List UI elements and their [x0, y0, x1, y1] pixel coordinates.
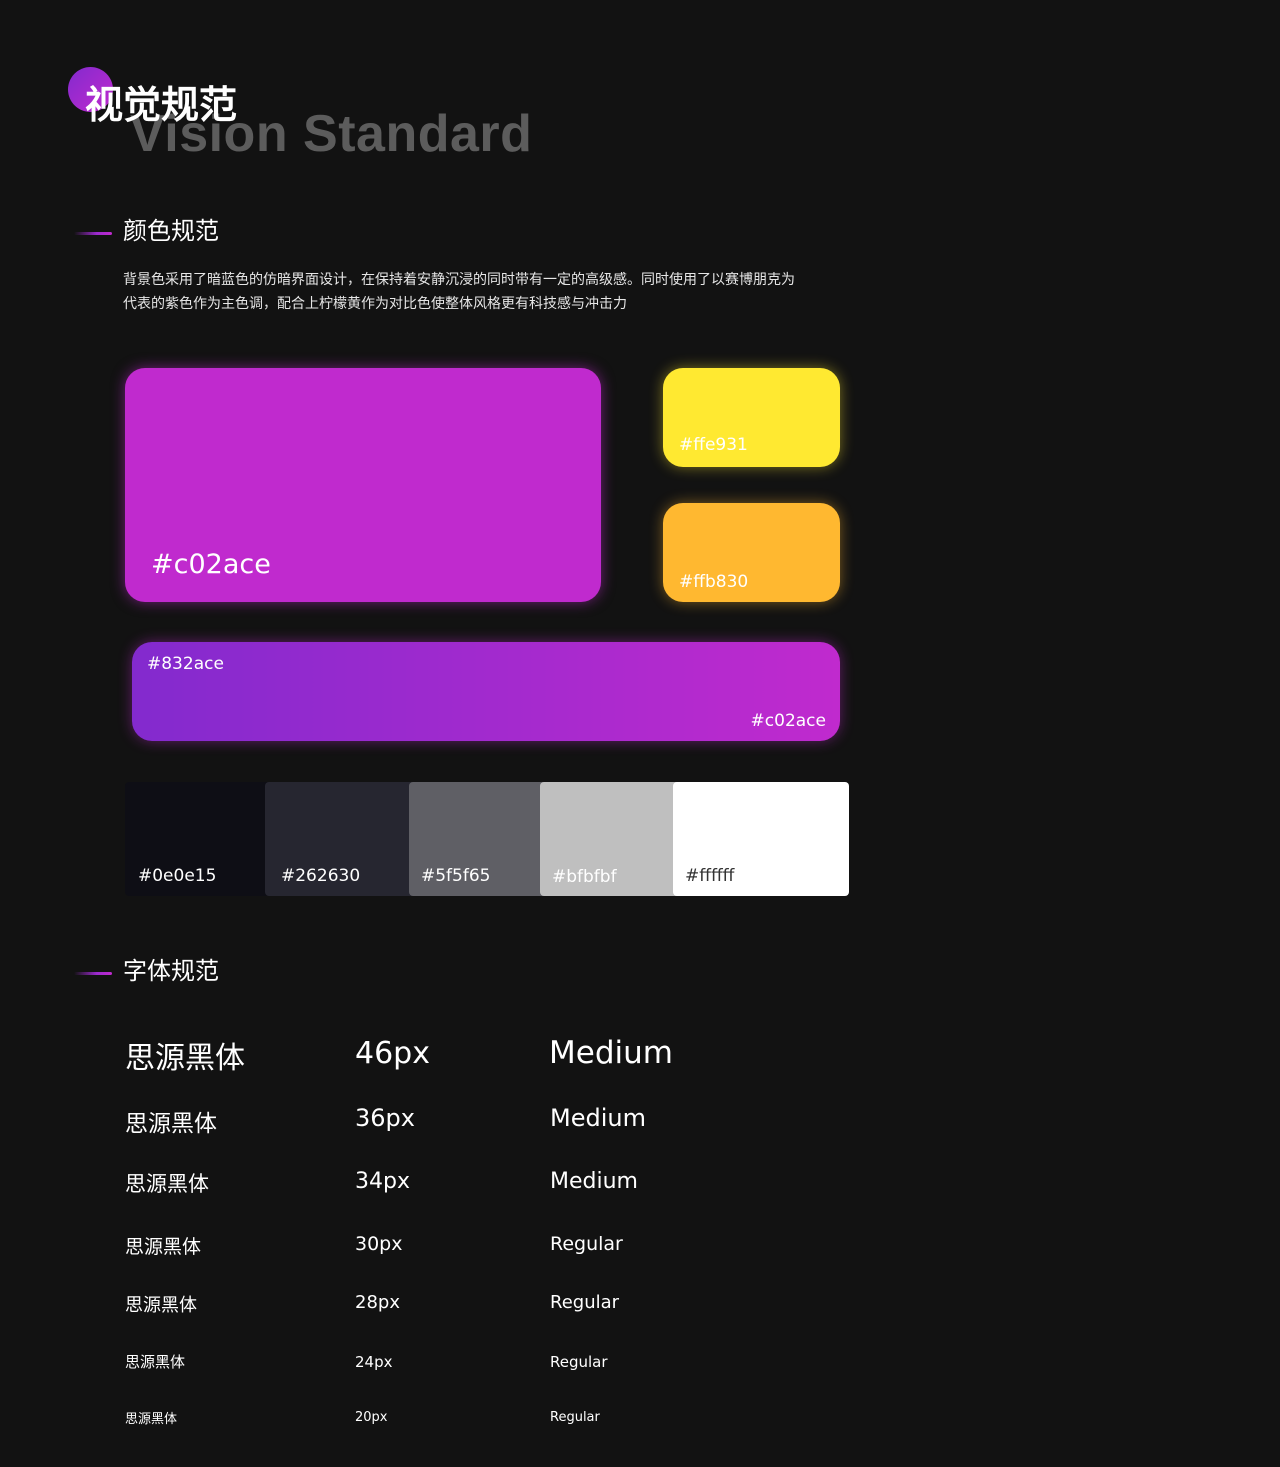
font-row-7-size: 20px: [355, 1410, 388, 1425]
swatch-neutral-1: #0e0e15: [125, 782, 275, 896]
font-row-6-family: 思源黑体: [125, 1353, 186, 1371]
font-row-2-family: 思源黑体: [125, 1111, 217, 1137]
font-row-4-size: 30px: [355, 1233, 403, 1255]
font-row-6-size: 24px: [355, 1353, 393, 1371]
swatch-neutral-4-label: #bfbfbf: [552, 867, 617, 887]
color-description-line-2: 代表的紫色作为主色调，配合上柠檬黄作为对比色使整体风格更有科技感与冲击力: [123, 296, 627, 312]
font-row-2-weight: Medium: [550, 1104, 646, 1132]
gradient-start-label: #832ace: [147, 654, 224, 674]
font-row-7-weight: Regular: [550, 1410, 600, 1425]
swatch-yellow-label: #ffe931: [679, 435, 748, 455]
font-row-3-size: 34px: [355, 1169, 410, 1194]
color-description-line-1: 背景色采用了暗蓝色的仿暗界面设计，在保持着安静沉浸的同时带有一定的高级感。同时使…: [123, 272, 795, 288]
font-row-3-weight: Medium: [550, 1169, 638, 1194]
font-row-4-weight: Regular: [550, 1233, 623, 1255]
section-title-font: 字体规范: [123, 957, 219, 985]
swatch-neutral-3: #5f5f65: [409, 782, 554, 896]
font-row-5-weight: Regular: [550, 1292, 620, 1313]
section-title-color: 颜色规范: [123, 217, 219, 245]
section-accent-bar: [74, 972, 112, 975]
swatch-neutral-1-label: #0e0e15: [138, 866, 217, 886]
font-row-5-family: 思源黑体: [125, 1295, 197, 1316]
page-title: 视觉规范: [85, 83, 238, 127]
font-row-3-family: 思源黑体: [125, 1172, 209, 1196]
font-row-1-size: 46px: [355, 1036, 430, 1071]
font-row-7-family: 思源黑体: [125, 1412, 178, 1427]
gradient-end-label: #c02ace: [750, 711, 826, 731]
swatch-primary: #c02ace: [125, 368, 601, 602]
swatch-neutral-4: #bfbfbf: [540, 782, 685, 896]
font-row-5-size: 28px: [355, 1292, 400, 1313]
swatch-gradient: #832ace #c02ace: [132, 642, 840, 741]
font-row-4-family: 思源黑体: [125, 1236, 202, 1258]
font-row-1-family: 思源黑体: [125, 1041, 245, 1076]
swatch-neutral-3-label: #5f5f65: [421, 866, 491, 886]
swatch-neutral-5-label: #ffffff: [685, 866, 735, 886]
swatch-yellow: #ffe931: [663, 368, 840, 467]
swatch-neutral-5: #ffffff: [673, 782, 849, 896]
font-row-1-weight: Medium: [549, 1035, 673, 1071]
swatch-neutral-2: #262630: [265, 782, 420, 896]
swatch-orange: #ffb830: [663, 503, 840, 602]
font-row-6-weight: Regular: [550, 1353, 608, 1371]
font-row-2-size: 36px: [355, 1104, 415, 1132]
swatch-orange-label: #ffb830: [679, 572, 749, 592]
swatch-primary-label: #c02ace: [151, 549, 271, 580]
section-accent-bar: [74, 232, 112, 235]
color-description: 背景色采用了暗蓝色的仿暗界面设计，在保持着安静沉浸的同时带有一定的高级感。同时使…: [123, 268, 923, 316]
swatch-neutral-2-label: #262630: [281, 866, 361, 886]
